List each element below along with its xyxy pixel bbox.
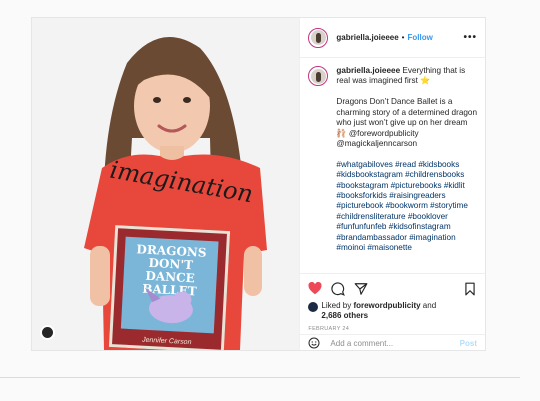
post-header: gabriella.joieeee • Follow •••	[300, 18, 485, 58]
book-cover: DRAGONS DON'T DANCE BALLET Jennifer Cars…	[108, 225, 231, 350]
caption-hashtags[interactable]: #whatgabiloves #read #kidsbooks #kidsboo…	[336, 160, 479, 254]
liker-avatar[interactable]	[308, 302, 319, 312]
likes-count[interactable]: 2,686 others	[321, 311, 368, 320]
caption-paragraph: Dragons Don’t Dance Ballet is a charming…	[336, 97, 478, 148]
instagram-post: imagination DRAGONS DON'T DANCE BALLET J…	[31, 17, 486, 351]
divider	[0, 377, 520, 378]
avatar[interactable]	[308, 27, 329, 48]
comment-input[interactable]: Add a comment...	[330, 339, 393, 348]
post-photo[interactable]: imagination DRAGONS DON'T DANCE BALLET J…	[32, 18, 300, 350]
post-sidebar: gabriella.joieeee • Follow ••• gabriella…	[299, 18, 485, 350]
dragon-illustration	[145, 287, 193, 324]
share-icon[interactable]	[354, 282, 368, 296]
caption-area: gabriella.joieeee Everything that is rea…	[308, 66, 479, 254]
follow-button[interactable]: Follow	[407, 33, 432, 42]
action-bar	[300, 273, 485, 303]
liked-by-user[interactable]: forewordpublicity	[353, 301, 420, 310]
username-link[interactable]: gabriella.joieeee	[336, 33, 398, 42]
more-icon[interactable]: •••	[463, 32, 477, 43]
liked-by-and: and	[422, 301, 437, 310]
book-author: Jennifer Carson	[141, 336, 192, 347]
post-button[interactable]: Post	[460, 339, 477, 348]
liked-by-prefix: Liked by	[321, 301, 352, 310]
caption-username[interactable]: gabriella.joieeee	[336, 66, 400, 75]
heart-icon[interactable]	[308, 281, 322, 296]
separator-dot: •	[401, 33, 405, 42]
tagged-user-icon[interactable]	[40, 325, 55, 340]
smiley-icon[interactable]	[308, 337, 320, 349]
caption-avatar[interactable]	[308, 66, 329, 86]
comment-icon[interactable]	[331, 281, 346, 296]
post-date[interactable]: FEBRUARY 24	[308, 326, 349, 332]
comment-bar: Add a comment... Post	[300, 334, 485, 351]
bookmark-icon[interactable]	[463, 282, 477, 296]
likes-summary: Liked by forewordpublicity and 2,686 oth…	[308, 301, 436, 321]
